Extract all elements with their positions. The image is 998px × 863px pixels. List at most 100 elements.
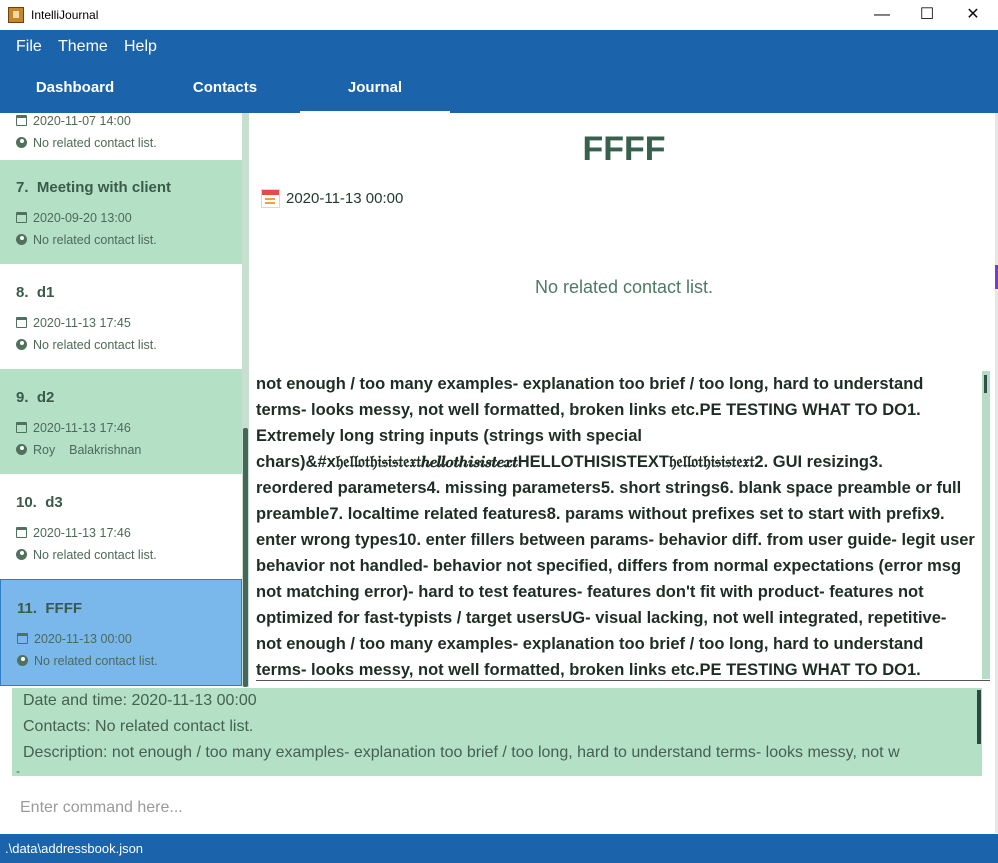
entry-contacts-text: No related contact list. <box>33 338 157 352</box>
calendar-icon <box>16 212 27 223</box>
result-line: Contacts: No related contact list. <box>23 718 254 735</box>
entry-datetime-text: 2020-11-13 00:00 <box>34 632 132 646</box>
close-button[interactable]: ✕ <box>950 0 996 30</box>
description-line: preamble7. localtime related features8. … <box>256 505 945 523</box>
entry-title: 11. FFFF <box>17 600 82 617</box>
entry-number: 11. <box>17 600 38 617</box>
entry-number: 7. <box>16 179 29 196</box>
command-input[interactable] <box>20 799 920 817</box>
journal-entry-list[interactable]: 2020-11-07 14:00 No related contact list… <box>0 113 242 687</box>
maximize-button[interactable]: ☐ <box>904 0 950 30</box>
entry-title-text: Meeting with client <box>36 179 172 196</box>
entry-datetime-text: 2020-11-13 17:46 <box>33 526 131 540</box>
entry-contacts-text: No related contact list. <box>33 548 157 562</box>
user-circle-icon <box>16 444 27 455</box>
list-scrollbar-thumb[interactable] <box>243 428 248 687</box>
command-box <box>0 785 998 831</box>
entry-datetime: 2020-11-13 17:46 <box>16 526 131 540</box>
entry-title: 7. Meeting with client <box>16 179 171 196</box>
result-line: Date and time: 2020-11-13 00:00 <box>23 692 257 709</box>
menu-theme[interactable]: Theme <box>58 38 108 56</box>
entry-title-text: FFFF <box>45 600 83 617</box>
description-line: enter wrong types10. enter fillers betwe… <box>256 531 975 549</box>
entry-title: 10. d3 <box>16 494 63 511</box>
entry-datetime: 2020-11-13 17:45 <box>16 316 131 330</box>
entry-datetime: 2020-11-13 00:00 <box>17 632 132 646</box>
description-line: behavior not handled- behavior not speci… <box>256 557 962 575</box>
window-title: IntelliJournal <box>31 8 99 22</box>
window-titlebar: IntelliJournal — ☐ ✕ <box>0 0 998 30</box>
description-line: not matching error)- hard to test featur… <box>256 583 924 601</box>
entry-contacts: No related contact list. <box>17 654 158 668</box>
journal-entry-card[interactable]: 8. d1 2020-11-13 17:45 No related contac… <box>0 264 242 369</box>
description-line: terms- looks messy, not well formatted, … <box>256 661 921 679</box>
entry-title: 8. d1 <box>16 284 54 301</box>
entry-datetime: 2020-11-13 17:46 <box>16 421 131 435</box>
entry-contacts: No related contact list. <box>16 136 157 150</box>
tab-contacts[interactable]: Contacts <box>150 64 300 113</box>
tab-bar: Dashboard Contacts Journal <box>0 64 998 113</box>
detail-datetime: 2020-11-13 00:00 <box>286 190 404 207</box>
result-display[interactable]: Date and time: 2020-11-13 00:00 Contacts… <box>12 688 982 776</box>
result-scrollbar[interactable] <box>977 690 981 744</box>
description-line: Extremely long string inputs (strings wi… <box>256 427 642 445</box>
detail-title: FFFF <box>582 130 666 168</box>
description-text: not enough / too many examples- explanat… <box>256 371 982 679</box>
journal-entry-card[interactable]: 9. d2 2020-11-13 17:46 Roy Balakrishnan <box>0 369 242 474</box>
user-circle-icon <box>16 234 27 245</box>
status-bar: .\data\addressbook.json <box>0 834 998 863</box>
journal-entry-card-selected[interactable]: 11. FFFF 2020-11-13 00:00 No related con… <box>0 579 242 686</box>
entry-contacts: No related contact list. <box>16 338 157 352</box>
entry-contacts-text: No related contact list. <box>34 654 158 668</box>
entry-datetime: 2020-11-07 14:00 <box>16 114 131 128</box>
entry-title-text: d1 <box>36 284 55 301</box>
user-circle-icon <box>16 549 27 560</box>
minimize-button[interactable]: — <box>859 0 905 30</box>
description-scrollbar-thumb[interactable] <box>984 375 987 393</box>
description-line: optimized for fast-typists / target user… <box>256 609 947 627</box>
user-circle-icon <box>16 339 27 350</box>
calendar-icon <box>16 527 27 538</box>
journal-entry-card[interactable]: 7. Meeting with client 2020-09-20 13:00 … <box>0 160 242 264</box>
calendar-icon <box>17 633 28 644</box>
tab-journal[interactable]: Journal <box>300 64 450 113</box>
entry-title-text: d2 <box>36 389 55 406</box>
entry-title: 9. d2 <box>16 389 54 406</box>
detail-description[interactable]: not enough / too many examples- explanat… <box>256 371 982 679</box>
entry-contacts: No related contact list. <box>16 233 157 247</box>
entry-datetime-text: 2020-11-13 17:45 <box>33 316 131 330</box>
entry-title-text: d3 <box>45 494 63 511</box>
calendar-icon <box>16 317 27 328</box>
entry-contacts-text: No related contact list. <box>33 233 157 247</box>
calendar-icon <box>16 422 27 433</box>
status-file-path: .\data\addressbook.json <box>5 841 144 856</box>
entry-datetime-text: 2020-09-20 13:00 <box>33 211 132 225</box>
divider <box>256 680 990 681</box>
entry-contacts-text: Roy Balakrishnan <box>33 443 142 457</box>
menu-help[interactable]: Help <box>124 38 157 56</box>
user-circle-icon <box>17 655 28 666</box>
result-line: Description: not enough / too many examp… <box>23 744 900 761</box>
description-line: not enough / too many examples- explanat… <box>256 635 924 653</box>
entry-datetime-text: 2020-11-13 17:46 <box>33 421 131 435</box>
journal-entry-card[interactable]: 10. d3 2020-11-13 17:46 No related conta… <box>0 474 242 579</box>
description-line: chars)&#x𝔥𝔢𝔩𝔩𝔬𝔱𝔥𝔦𝔰𝔦𝔰𝔱𝔢𝔵𝔱𝒉𝒆𝒍𝒍𝒐𝒕𝒉𝒊𝒔𝒊𝒔𝒕𝒆𝒙𝒕H… <box>256 453 883 471</box>
result-line: - <box>16 764 20 776</box>
calendar-icon <box>16 115 27 126</box>
entry-contacts: Roy Balakrishnan <box>16 443 141 457</box>
user-circle-icon <box>16 137 27 148</box>
entry-number: 10. <box>16 494 37 511</box>
description-line: terms- looks messy, not well formatted, … <box>256 401 921 419</box>
description-line: reordered parameters4. missing parameter… <box>256 479 962 497</box>
menu-file[interactable]: File <box>16 38 42 56</box>
entry-datetime-text: 2020-11-07 14:00 <box>33 114 131 128</box>
entry-number: 9. <box>16 389 29 406</box>
journal-entry-card[interactable]: 2020-11-07 14:00 No related contact list… <box>0 113 242 160</box>
description-line: not enough / too many examples- explanat… <box>256 375 924 393</box>
tab-dashboard[interactable]: Dashboard <box>0 64 150 113</box>
description-scrollbar-track[interactable] <box>982 371 990 679</box>
detail-contacts: No related contact list. <box>534 277 714 297</box>
menu-bar: File Theme Help <box>0 30 998 64</box>
entry-datetime: 2020-09-20 13:00 <box>16 211 132 225</box>
entry-number: 8. <box>16 284 29 301</box>
